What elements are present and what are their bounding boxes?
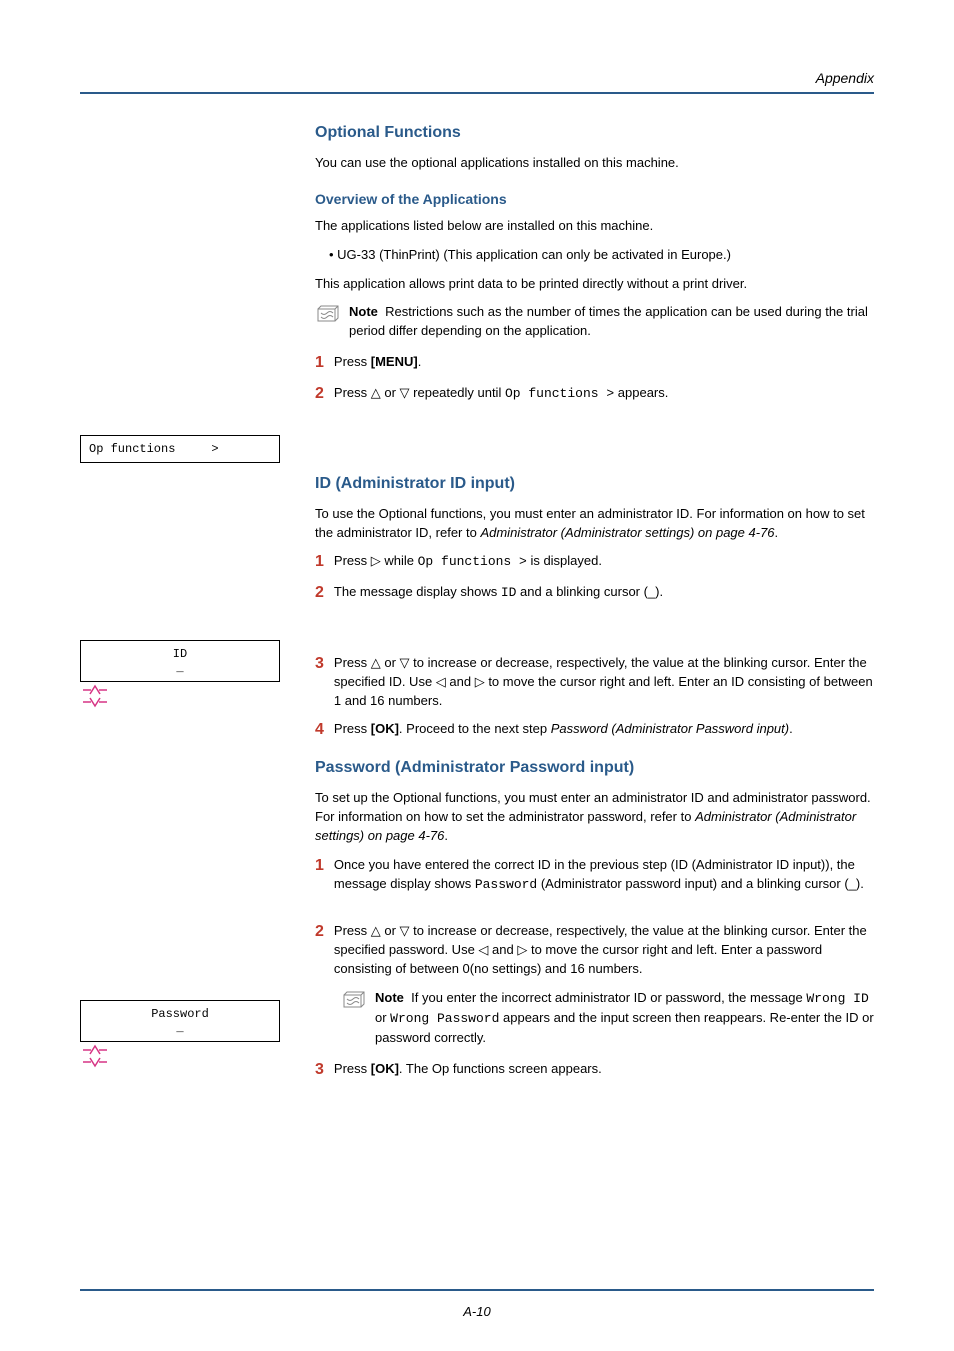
note-text: Note Restrictions such as the number of … [349,303,874,341]
step-number: 1 [315,353,324,374]
heading-password-input: Password (Administrator Password input) [315,759,874,777]
step-text: Press △ or ▽ repeatedly until Op functio… [334,384,668,404]
step-text: Press [OK]. Proceed to the next step Pas… [334,720,793,739]
lcd-display-3-line2: _ [89,1021,271,1035]
note-wrong-password: Note If you enter the incorrect administ… [341,989,874,1048]
lcd-display-2: ID _ [80,640,280,708]
step-2-press-repeat: 2 Press △ or ▽ repeatedly until Op funct… [315,384,874,405]
bottom-divider [80,1289,874,1291]
lcd-display-2-line2: _ [89,661,271,675]
step-number: 3 [315,1060,324,1081]
id-intro: To use the Optional functions, you must … [315,505,874,543]
note-icon [341,991,367,1013]
heading-id-input: ID (Administrator ID input) [315,475,874,493]
overview-bullet: • UG-33 (ThinPrint) (This application ca… [315,246,874,265]
step-text: Press △ or ▽ to increase or decrease, re… [334,922,874,979]
heading-optional-functions: Optional Functions [315,124,874,142]
step-number: 2 [315,384,324,405]
step-text: Press [OK]. The Op functions screen appe… [334,1060,602,1079]
step-number: 4 [315,720,324,741]
overview-intro: The applications listed below are instal… [315,217,874,236]
step-number: 1 [315,552,324,573]
step-text: Press △ or ▽ to increase or decrease, re… [334,654,874,711]
arrow-indicators-2 [80,1044,280,1068]
page-header-appendix: Appendix [80,70,874,86]
step-1-press-right: 1 Press ▷ while Op functions > is displa… [315,552,874,573]
step-text: Once you have entered the correct ID in … [334,856,874,895]
top-divider [80,92,874,94]
note-label: Note [349,304,378,319]
arrow-indicators-1 [80,684,280,708]
note-restrictions: Note Restrictions such as the number of … [315,303,874,341]
note-icon [315,305,341,327]
note-body: Restrictions such as the number of times… [349,304,868,338]
step-2-display-id: 2 The message display shows ID and a bli… [315,583,874,604]
step-2-enter-password: 2 Press △ or ▽ to increase or decrease, … [315,922,874,979]
lcd-display-2-line1: ID [89,647,271,661]
password-intro: To set up the Optional functions, you mu… [315,789,874,846]
lcd-display-1: Op functions > [80,435,280,463]
step-text: Press ▷ while Op functions > is displaye… [334,552,602,572]
step-number: 3 [315,654,324,675]
step-3-press-ok-final: 3 Press [OK]. The Op functions screen ap… [315,1060,874,1081]
heading-overview: Overview of the Applications [315,191,874,207]
step-4-press-ok: 4 Press [OK]. Proceed to the next step P… [315,720,874,741]
step-text: The message display shows ID and a blink… [334,583,663,603]
overview-para: This application allows print data to be… [315,275,874,294]
step-text: Press [MENU]. [334,353,421,372]
lcd-display-1-text: Op functions > [89,442,219,456]
note-text: Note If you enter the incorrect administ… [375,989,874,1048]
lcd-display-3-line1: Password [89,1007,271,1021]
step-3-enter-id: 3 Press △ or ▽ to increase or decrease, … [315,654,874,711]
optional-functions-intro: You can use the optional applications in… [315,154,874,173]
step-number: 2 [315,583,324,604]
note-label: Note [375,990,404,1005]
step-1-password-display: 1 Once you have entered the correct ID i… [315,856,874,895]
step-1-press-menu: 1 Press [MENU]. [315,353,874,374]
step-number: 2 [315,922,324,943]
page-number: A-10 [0,1304,954,1319]
lcd-display-3: Password _ [80,1000,280,1068]
step-number: 1 [315,856,324,877]
